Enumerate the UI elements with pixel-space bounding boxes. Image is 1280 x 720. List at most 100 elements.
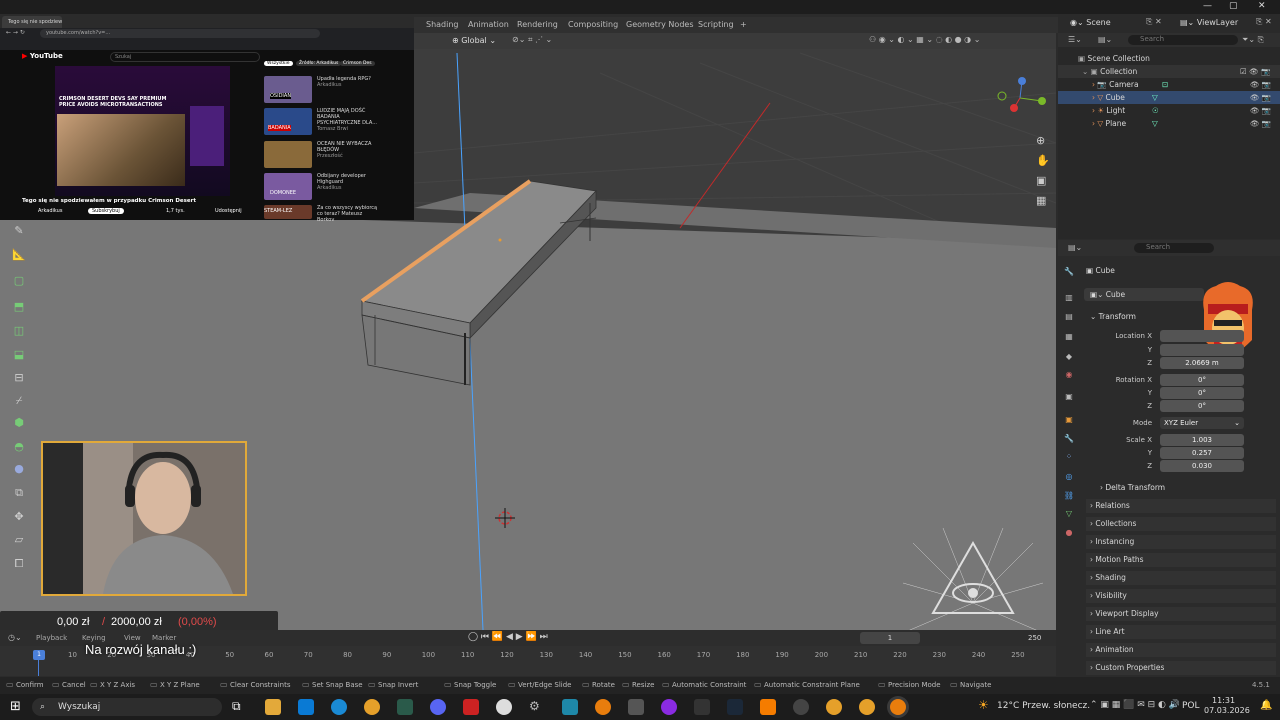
shrink-fatten-tool-icon[interactable]: ✥: [10, 508, 28, 526]
tab-rendering[interactable]: Rendering: [517, 20, 558, 29]
steam-icon[interactable]: [727, 699, 743, 715]
sidebar-video-title[interactable]: LUDZIE MAJĄ DOŚĆ BADANIA PSYCHIATRYCZNE …: [317, 108, 379, 132]
youtube-search-input[interactable]: Szukaj: [110, 52, 260, 62]
object-data-name-field[interactable]: ▣⌄ Cube: [1084, 288, 1204, 301]
filter-chip-topic[interactable]: Crimson Des: [340, 61, 375, 66]
app-purple-icon[interactable]: [661, 699, 677, 715]
app-red-icon[interactable]: [463, 699, 479, 715]
constraints-tab-icon[interactable]: ⛓: [1063, 491, 1075, 503]
browser-tab-active[interactable]: Tego się nie spodziewałem - YouTube: [2, 16, 62, 28]
snap-icon[interactable]: ⊘⌄ ⌗ ⋰ ⌄: [512, 35, 552, 45]
bevel-tool-icon[interactable]: ⬓: [10, 346, 28, 364]
panel-animation[interactable]: › Animation: [1086, 643, 1276, 657]
outliner-item-cube[interactable]: › ▽ Cube ▽ 👁 📷: [1058, 91, 1280, 104]
current-frame-field[interactable]: 1: [860, 632, 920, 644]
obs-icon[interactable]: [496, 699, 512, 715]
channel-name[interactable]: Arkadikus: [38, 208, 62, 214]
outliner-item-camera[interactable]: › 📷 Camera ⊡ 👁 📷: [1058, 78, 1280, 91]
scale-x-field[interactable]: 1.003: [1160, 434, 1244, 446]
inset-tool-icon[interactable]: ◫: [10, 322, 28, 340]
properties-search[interactable]: Search: [1134, 243, 1214, 253]
scale-z-field[interactable]: 0.030: [1160, 460, 1244, 472]
menu-marker[interactable]: Marker: [152, 634, 176, 642]
youtube-logo[interactable]: ▶ YouTube: [22, 52, 63, 60]
outliner-item-plane[interactable]: › ▽ Plane ▽ 👁 📷: [1058, 117, 1280, 130]
chrome-icon-2[interactable]: [826, 699, 842, 715]
editor-type-icon[interactable]: ▤⌄: [1068, 243, 1082, 252]
close-icon[interactable]: ✕: [1258, 1, 1266, 11]
outliner-item-light[interactable]: › ☀ Light ☉ 👁 📷: [1058, 104, 1280, 117]
rip-tool-icon[interactable]: ⧠: [10, 555, 28, 573]
filter-icon[interactable]: ⏷⌄ ⎘: [1242, 35, 1264, 45]
smooth-tool-icon[interactable]: ●: [10, 460, 28, 478]
annotate-tool-icon[interactable]: ✎: [10, 222, 28, 240]
maximize-icon[interactable]: ▢: [1229, 1, 1238, 11]
panel-collections[interactable]: › Collections: [1086, 517, 1276, 531]
menu-keying[interactable]: Keying: [82, 634, 106, 642]
location-y-field[interactable]: [1160, 344, 1244, 356]
sidebar-video-title[interactable]: Odbijany developer Highguard Arkadikus: [317, 173, 379, 191]
minimize-icon[interactable]: —: [1203, 1, 1212, 11]
panel-relations[interactable]: › Relations: [1086, 499, 1276, 513]
sidebar-video-thumb[interactable]: DOMONEE: [264, 173, 312, 200]
rotation-mode-select[interactable]: XYZ Euler ⌄: [1160, 417, 1244, 429]
taskbar-search[interactable]: ⌕ Wyszukaj: [32, 698, 222, 716]
location-x-field[interactable]: [1160, 330, 1244, 342]
chrome-icon[interactable]: [364, 699, 380, 715]
tab-geometry-nodes[interactable]: Geometry Nodes: [626, 20, 693, 29]
render-tab-icon[interactable]: ▥: [1063, 293, 1075, 305]
scene-selector[interactable]: ◉⌄ Scene: [1070, 18, 1111, 27]
tab-shading[interactable]: Shading: [426, 20, 459, 29]
add-workspace-button[interactable]: +: [740, 20, 747, 29]
panel-instancing[interactable]: › Instancing: [1086, 535, 1276, 549]
spin-tool-icon[interactable]: ◓: [10, 438, 28, 456]
rotation-z-field[interactable]: 0°: [1160, 400, 1244, 412]
share-button[interactable]: Udostępnij: [215, 208, 242, 214]
panel-line-art[interactable]: › Line Art: [1086, 625, 1276, 639]
chrome-icon-3[interactable]: [859, 699, 875, 715]
viewport-shading-icons[interactable]: ⚇ ◉ ⌄ ◐ ⌄ ▦ ⌄ ◌ ◐ ● ◑ ⌄: [869, 35, 980, 44]
task-view-icon[interactable]: ⧉: [232, 699, 248, 715]
sidebar-video-thumb[interactable]: [264, 141, 312, 168]
rotation-x-field[interactable]: 0°: [1160, 374, 1244, 386]
physics-tab-icon[interactable]: ◎: [1063, 472, 1075, 484]
modifier-tab-icon[interactable]: 🔧: [1063, 434, 1075, 446]
scene-tab-icon[interactable]: ◆: [1063, 352, 1075, 364]
menu-view[interactable]: View: [124, 634, 141, 642]
outliner-scene-collection[interactable]: ▣ Scene Collection: [1058, 52, 1280, 65]
like-button[interactable]: 1,7 tys.: [166, 208, 185, 214]
data-tab-icon[interactable]: ▽: [1063, 509, 1075, 521]
delta-transform-header[interactable]: › Delta Transform: [1100, 483, 1165, 492]
video-player[interactable]: CRIMSON DESERT DEVS SAY PREMIUM PRICE AV…: [55, 66, 230, 196]
panel-viewport-display[interactable]: › Viewport Display: [1086, 607, 1276, 621]
end-frame-field[interactable]: 250: [1028, 634, 1041, 642]
panel-shading[interactable]: › Shading: [1086, 571, 1276, 585]
view-layer-tab-icon[interactable]: ▦: [1063, 332, 1075, 344]
weather-text[interactable]: 12°C Przew. słonecz.: [997, 701, 1090, 711]
view-layer-selector[interactable]: ▤⌄ ViewLayer: [1180, 18, 1238, 27]
browser-icon[interactable]: [331, 699, 347, 715]
edge-slide-tool-icon[interactable]: ⧉: [10, 484, 28, 502]
world-tab-icon[interactable]: ◉: [1063, 370, 1075, 382]
notification-icon[interactable]: 🔔: [1260, 700, 1272, 711]
filter-chip-channel[interactable]: Źródło: Arkadikus: [296, 61, 342, 66]
nav-arrows-icon[interactable]: ← → ↻: [6, 29, 25, 36]
measure-tool-icon[interactable]: 📐: [10, 246, 28, 264]
tab-animation[interactable]: Animation: [468, 20, 509, 29]
sidebar-video-title[interactable]: OCEAN NIE WYBACZA BŁĘDÓW Przeszłość: [317, 141, 379, 159]
app-teal-icon[interactable]: [562, 699, 578, 715]
clock-date[interactable]: 07.03.2026: [1204, 706, 1250, 715]
filter-chip-all[interactable]: Wszystkie: [264, 61, 293, 66]
playback-controls[interactable]: ◯ ⏮ ⏪ ◀ ▶ ⏩ ⏭: [468, 632, 548, 642]
scene-icons[interactable]: ⎘ ✕: [1146, 17, 1162, 27]
panel-visibility[interactable]: › Visibility: [1086, 589, 1276, 603]
vlc-icon[interactable]: [760, 699, 776, 715]
blender-icon[interactable]: [595, 699, 611, 715]
material-tab-icon[interactable]: ●: [1063, 528, 1075, 540]
start-icon[interactable]: ⊞: [10, 699, 21, 714]
rotation-y-field[interactable]: 0°: [1160, 387, 1244, 399]
object-tab-icon[interactable]: ▣: [1063, 415, 1075, 427]
sidebar-video-thumb[interactable]: BADANIA: [264, 108, 312, 135]
panel-custom-properties[interactable]: › Custom Properties: [1086, 661, 1276, 675]
outliner-collection[interactable]: ⌄ ▣ Collection ☑ 👁 📷: [1058, 65, 1280, 78]
